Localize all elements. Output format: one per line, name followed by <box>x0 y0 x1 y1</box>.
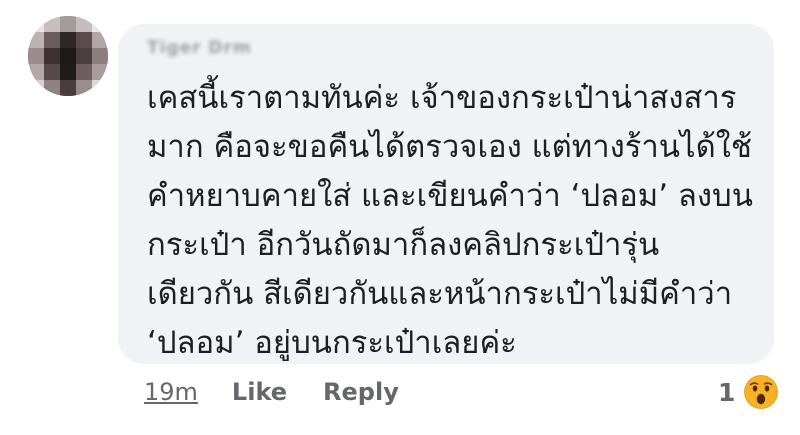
comment-text-line: ‘ปลอม’ อยู่บนกระเป๋าเลยค่ะ <box>147 325 517 361</box>
comment-text-line: กระเป๋า อีกวันถัดมาก็ลงคลิปกระเป๋ารุ่น <box>147 227 660 263</box>
reply-button[interactable]: Reply <box>323 378 399 406</box>
like-button[interactable]: Like <box>232 378 287 406</box>
reaction-summary[interactable]: 1 <box>718 370 781 414</box>
comment-text: เคสนี้เราตามทันค่ะ เจ้าของกระเป๋าน่าสงสา… <box>147 74 759 368</box>
comment-timestamp[interactable]: 19m <box>144 378 198 406</box>
comment-text-line: มาก คือจะขอคืนได้ตรวจเอง แต่ทางร้านได้ใช… <box>147 129 752 165</box>
wow-emoji-icon <box>742 373 781 411</box>
comment-item: Tiger Drm เคสนี้เราตามทันค่ะ เจ้าของกระเ… <box>0 0 800 435</box>
comment-author-name[interactable]: Tiger Drm <box>147 38 252 60</box>
comment-text-line: เคสนี้เราตามทันค่ะ เจ้าของกระเป๋าน่าสงสา… <box>147 80 737 116</box>
avatar[interactable] <box>28 16 108 96</box>
comment-text-line: คำหยาบคายใส่ และเขียนคำว่า ‘ปลอม’ ลงบน <box>147 178 753 214</box>
reaction-count: 1 <box>718 377 736 407</box>
comment-text-line: เดียวกัน สีเดียวกันและหน้ากระเป๋าไม่มีคำ… <box>147 276 733 312</box>
comment-actions: 19m Like Reply <box>144 372 399 412</box>
